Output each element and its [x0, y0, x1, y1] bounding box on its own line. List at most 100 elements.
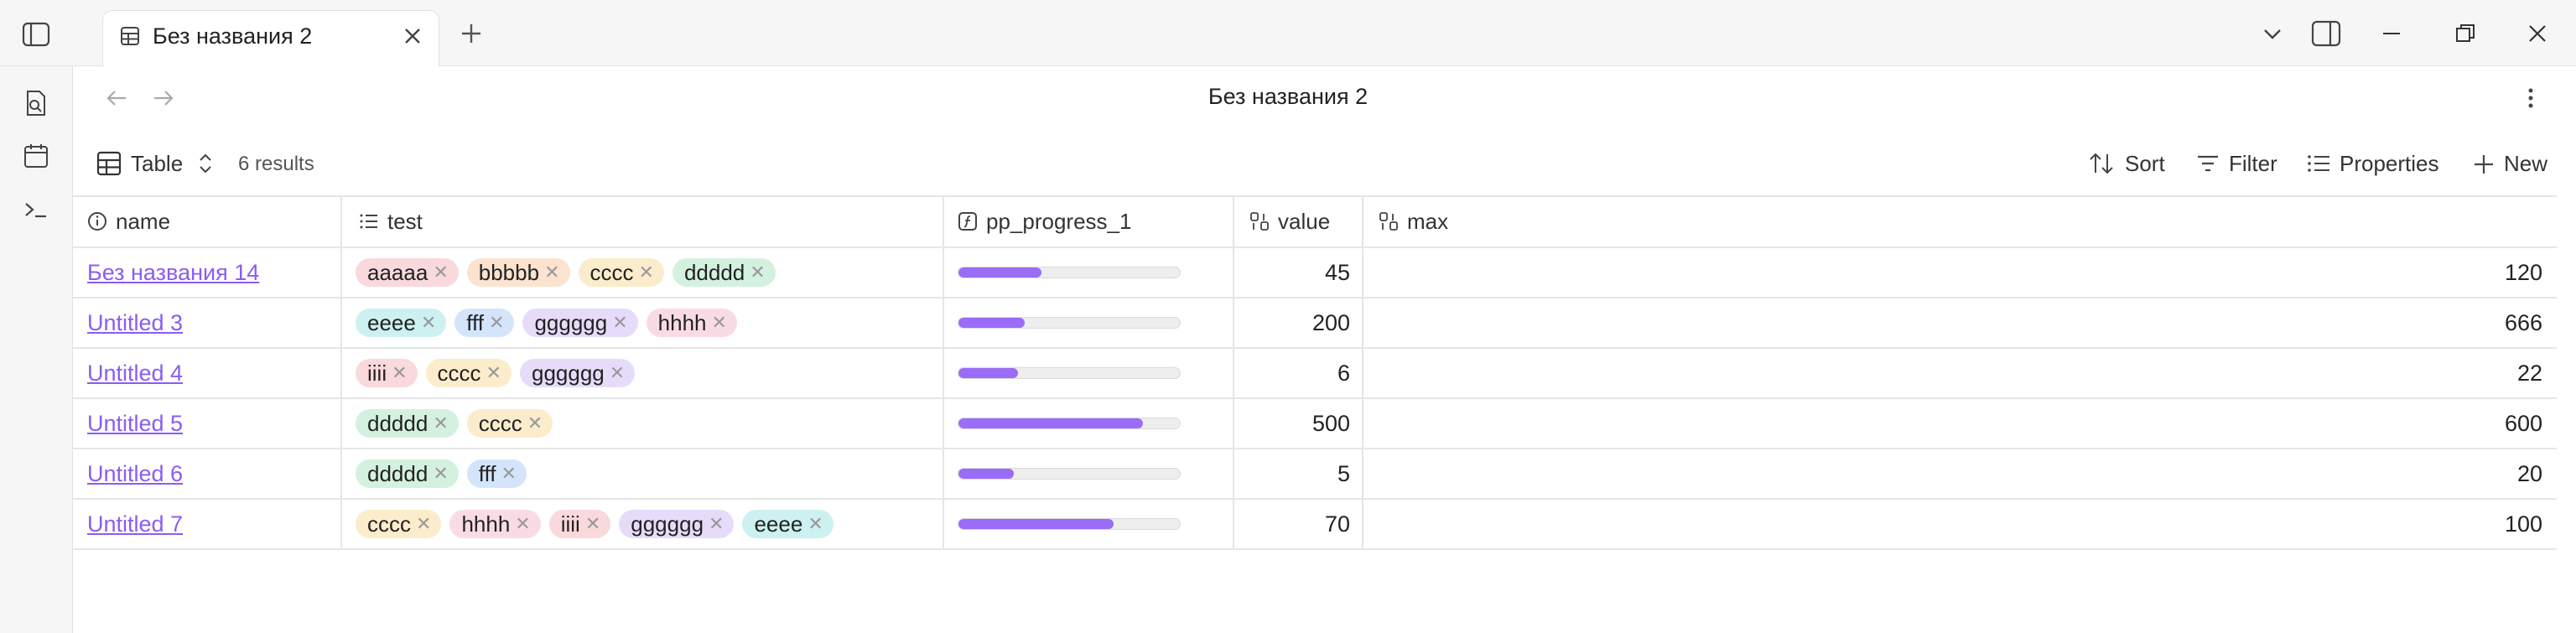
minimize-icon[interactable]	[2380, 22, 2403, 45]
max-cell[interactable]: 22	[1363, 348, 2542, 398]
chevron-down-icon[interactable]	[2261, 23, 2284, 44]
remove-tag-icon[interactable]: ✕	[433, 412, 448, 434]
remove-tag-icon[interactable]: ✕	[610, 362, 625, 384]
tag-pill[interactable]: gggggg ✕	[519, 359, 636, 387]
remove-tag-icon[interactable]: ✕	[501, 463, 516, 485]
table-view-icon[interactable]	[96, 150, 122, 177]
tag-pill[interactable]: ddddd ✕	[672, 258, 776, 287]
tag-pill[interactable]: cccc ✕	[466, 409, 553, 438]
remove-tag-icon[interactable]: ✕	[421, 312, 436, 334]
more-options-icon[interactable]	[2521, 86, 2541, 111]
row-name-link[interactable]: Без названия 14	[87, 247, 259, 298]
tag-pill[interactable]: cccc ✕	[425, 359, 512, 387]
remove-tag-icon[interactable]: ✕	[639, 262, 654, 283]
row-name-link[interactable]: Untitled 3	[87, 298, 183, 348]
column-header-pp-progress[interactable]: pp_progress_1	[958, 196, 1131, 246]
column-header-test[interactable]: test	[359, 196, 423, 246]
tag-pill[interactable]: iiii ✕	[548, 510, 611, 538]
remove-tag-icon[interactable]: ✕	[486, 362, 501, 384]
tag-pill[interactable]: hhhh ✕	[646, 309, 737, 337]
tag-pill[interactable]: cccc ✕	[578, 258, 664, 287]
value-cell[interactable]: 45	[1234, 247, 1350, 298]
remove-tag-icon[interactable]: ✕	[709, 513, 724, 535]
tag-list[interactable]: cccc ✕ hhhh ✕ iiii ✕ gggggg ✕ eeee ✕	[356, 499, 842, 549]
tag-pill[interactable]: iiii ✕	[356, 359, 418, 387]
max-cell[interactable]: 20	[1363, 449, 2542, 499]
tag-pill[interactable]: eeee ✕	[356, 309, 447, 337]
row-name-link[interactable]: Untitled 6	[87, 449, 183, 499]
progress-bar	[958, 518, 1181, 530]
remove-tag-icon[interactable]: ✕	[433, 463, 448, 485]
tag-list[interactable]: ddddd ✕ fff ✕	[356, 449, 535, 499]
column-header-name[interactable]: name	[87, 196, 170, 246]
remove-tag-icon[interactable]: ✕	[527, 412, 543, 434]
value-cell[interactable]: 500	[1234, 398, 1350, 449]
results-count: 6 results	[238, 153, 314, 175]
max-cell[interactable]: 100	[1363, 499, 2542, 549]
value-cell[interactable]: 70	[1234, 499, 1350, 549]
calendar-icon[interactable]	[23, 143, 49, 169]
new-button[interactable]: New	[2504, 151, 2547, 177]
remove-tag-icon[interactable]: ✕	[416, 513, 431, 535]
max-cell[interactable]: 120	[1363, 247, 2542, 298]
column-header-max[interactable]: max	[1379, 196, 1448, 246]
remove-tag-icon[interactable]: ✕	[712, 312, 727, 334]
tag-pill[interactable]: ddddd ✕	[356, 459, 459, 488]
list-icon	[360, 214, 377, 229]
right-sidebar-toggle-icon[interactable]	[2311, 20, 2341, 47]
sidebar-toggle-icon[interactable]	[22, 22, 50, 47]
progress-bar-fill	[958, 469, 1014, 479]
terminal-icon[interactable]	[23, 196, 49, 223]
remove-tag-icon[interactable]: ✕	[433, 262, 448, 283]
remove-tag-icon[interactable]: ✕	[515, 513, 530, 535]
row-name-link[interactable]: Untitled 7	[87, 499, 183, 549]
tag-list[interactable]: eeee ✕ fff ✕ gggggg ✕ hhhh ✕	[356, 298, 745, 348]
filter-button[interactable]: Filter	[2229, 151, 2277, 177]
tag-pill[interactable]: bbbbb ✕	[466, 258, 570, 287]
value-cell[interactable]: 5	[1234, 449, 1350, 499]
remove-tag-icon[interactable]: ✕	[544, 262, 559, 283]
new-tab-icon[interactable]	[460, 22, 483, 45]
tag-pill[interactable]: gggggg ✕	[522, 309, 638, 337]
tag-pill[interactable]: aaaaa ✕	[356, 258, 459, 287]
max-cell[interactable]: 666	[1363, 298, 2542, 348]
tag-pill[interactable]: fff ✕	[454, 309, 515, 337]
view-selector-label[interactable]: Table	[131, 151, 183, 177]
remove-tag-icon[interactable]: ✕	[392, 362, 407, 384]
remove-tag-icon[interactable]: ✕	[489, 312, 504, 334]
formula-icon	[958, 212, 977, 231]
tag-list[interactable]: aaaaa ✕ bbbbb ✕ cccc ✕ ddddd ✕	[356, 247, 784, 298]
plus-icon[interactable]	[2472, 153, 2496, 176]
page-title: Без названия 2	[1208, 84, 1368, 109]
properties-icon[interactable]	[2306, 153, 2331, 174]
row-name-link[interactable]: Untitled 5	[87, 398, 183, 449]
tag-label: ddddd	[367, 460, 428, 486]
tag-pill[interactable]: hhhh ✕	[449, 510, 541, 538]
tag-pill[interactable]: fff ✕	[466, 459, 527, 488]
max-cell[interactable]: 600	[1363, 398, 2542, 449]
remove-tag-icon[interactable]: ✕	[585, 513, 600, 535]
tag-list[interactable]: iiii ✕ cccc ✕ gggggg ✕	[356, 348, 643, 398]
tag-pill[interactable]: eeee ✕	[742, 510, 834, 538]
properties-button[interactable]: Properties	[2340, 151, 2439, 177]
tag-pill[interactable]: cccc ✕	[356, 510, 442, 538]
remove-tag-icon[interactable]: ✕	[808, 513, 823, 535]
chevron-up-down-icon[interactable]	[196, 151, 215, 176]
progress-bar-fill	[958, 318, 1026, 328]
value-cell[interactable]: 200	[1234, 298, 1350, 348]
progress-bar-fill	[958, 519, 1114, 529]
remove-tag-icon[interactable]: ✕	[612, 312, 627, 334]
remove-tag-icon[interactable]: ✕	[750, 262, 765, 283]
close-window-icon[interactable]	[2526, 22, 2549, 45]
tag-pill[interactable]: gggggg ✕	[619, 510, 735, 538]
close-tab-icon[interactable]	[402, 26, 423, 46]
row-name-link[interactable]: Untitled 4	[87, 348, 183, 398]
sort-icon[interactable]	[2088, 151, 2115, 176]
tag-pill[interactable]: ddddd ✕	[356, 409, 459, 438]
tag-list[interactable]: ddddd ✕ cccc ✕	[356, 398, 561, 449]
restore-icon[interactable]	[2454, 22, 2477, 45]
filter-icon[interactable]	[2195, 153, 2220, 174]
sort-button[interactable]: Sort	[2125, 151, 2165, 177]
value-cell[interactable]: 6	[1234, 348, 1350, 398]
column-header-value[interactable]: value	[1249, 196, 1330, 246]
